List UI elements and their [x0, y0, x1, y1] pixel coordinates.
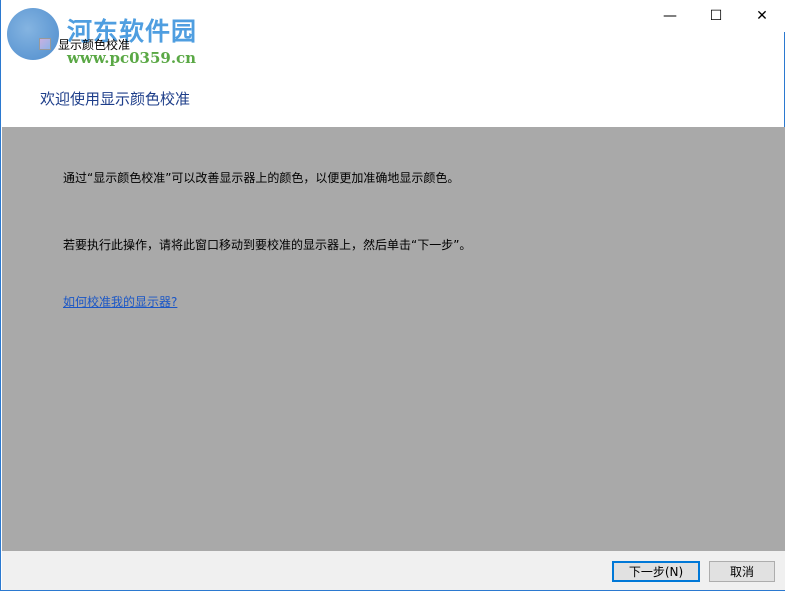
watermark-logo-icon	[7, 8, 59, 60]
calibration-window: — ☐ ✕ 河东软件园 www.pc0359.cn 显示颜色校准 欢迎使用显示颜…	[0, 0, 785, 591]
page-heading: 欢迎使用显示颜色校准	[40, 90, 191, 108]
app-icon	[39, 38, 51, 50]
maximize-button[interactable]: ☐	[693, 0, 739, 31]
content-area	[2, 127, 785, 551]
intro-text: 通过“显示颜色校准”可以改善显示器上的颜色，以便更加准确地显示颜色。	[63, 171, 460, 185]
next-button[interactable]: 下一步(N)	[612, 561, 700, 582]
cancel-button[interactable]: 取消	[709, 561, 775, 582]
minimize-button[interactable]: —	[647, 0, 693, 31]
window-title: 显示颜色校准	[58, 38, 131, 52]
close-button[interactable]: ✕	[739, 0, 785, 31]
instruction-text: 若要执行此操作，请将此窗口移动到要校准的显示器上，然后单击“下一步”。	[63, 238, 472, 252]
help-link[interactable]: 如何校准我的显示器?	[63, 293, 177, 310]
